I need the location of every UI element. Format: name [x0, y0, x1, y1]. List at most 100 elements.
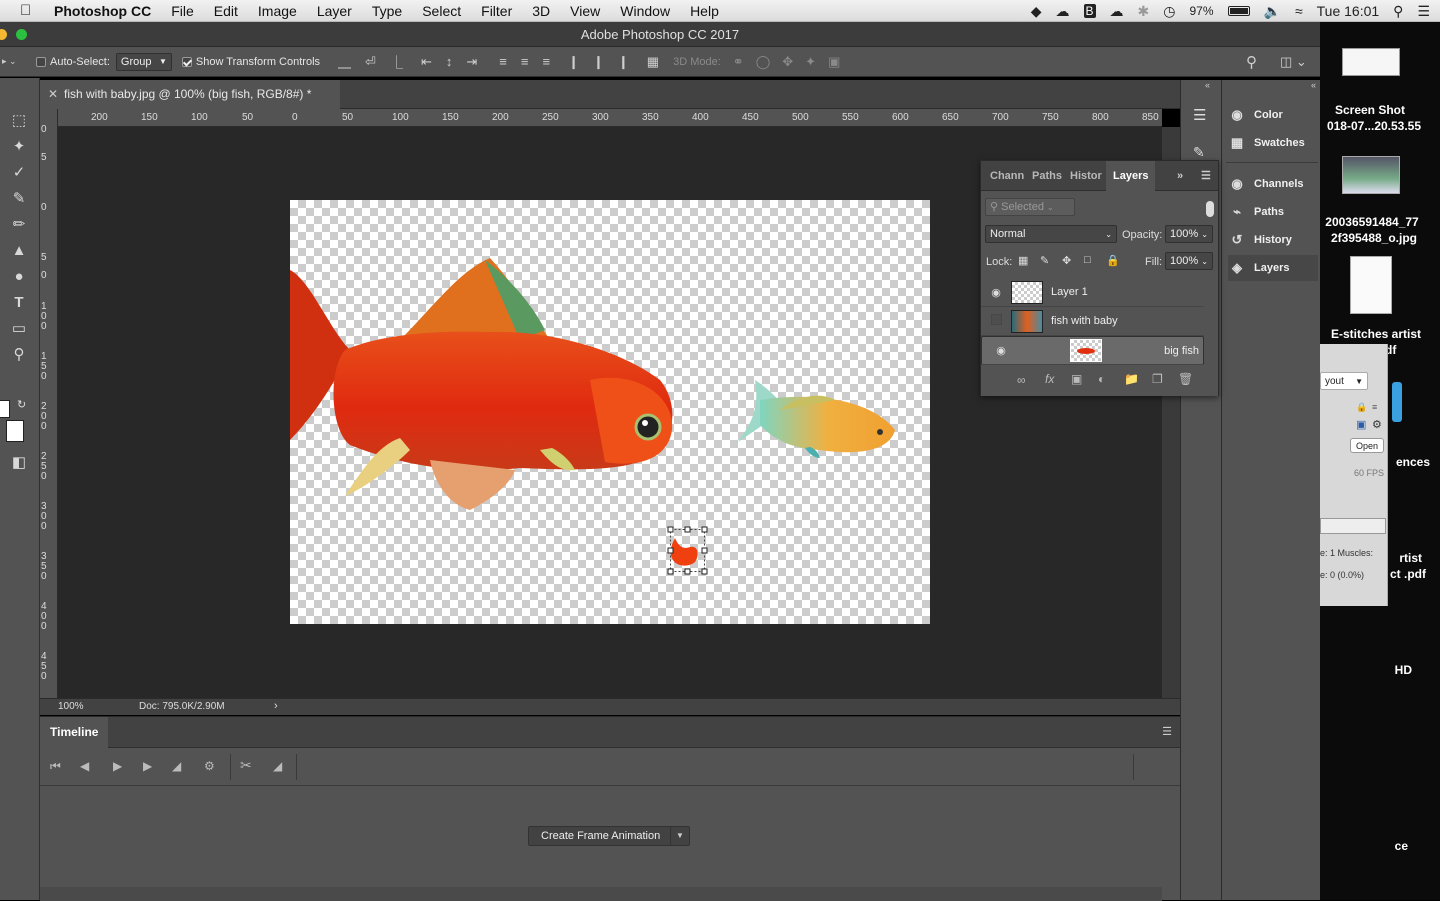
panel-history-button[interactable]: ↺ History — [1228, 227, 1318, 253]
screen-mode-icon[interactable]: ◧ — [8, 452, 30, 474]
lock-artboard-icon[interactable]: □ — [1084, 254, 1091, 266]
menu-filter[interactable]: Filter — [481, 3, 512, 19]
swap-colors-icon[interactable]: ↻ — [17, 398, 26, 411]
menu-help[interactable]: Help — [690, 3, 719, 19]
align-left-icon[interactable]: ⇤ — [421, 54, 432, 70]
adjustment-layer-icon[interactable]: ◐ — [1098, 372, 1105, 386]
notification-center-icon[interactable]: ☰ — [1417, 3, 1430, 20]
menu-window[interactable]: Window — [620, 3, 670, 19]
lock-position-icon[interactable]: ✥ — [1062, 254, 1071, 267]
background-color-swatch[interactable] — [6, 420, 24, 442]
panel-menu-icon[interactable]: ☰ — [1162, 725, 1172, 738]
foreground-color-swatch[interactable] — [0, 400, 10, 418]
create-frame-animation-button[interactable]: Create Frame Animation — [528, 826, 674, 846]
window-minimize-button[interactable] — [0, 29, 7, 40]
collapse-dock-icon[interactable]: « — [1311, 80, 1316, 90]
menu-layer[interactable]: Layer — [317, 3, 352, 19]
menu-view[interactable]: View — [570, 3, 600, 19]
panel-paths-button[interactable]: ⌁ Paths — [1228, 199, 1318, 225]
horizontal-ruler[interactable]: 200 150 100 50 0 50 100 150 200 250 300 … — [58, 109, 1162, 127]
tab-paths[interactable]: Paths — [1032, 161, 1062, 191]
panel-channels-button[interactable]: ◉ Channels — [1228, 171, 1318, 197]
desktop-text-fragment[interactable]: HD — [1350, 662, 1412, 678]
scale-3d-icon[interactable]: ▣ — [828, 54, 840, 70]
rectangle-tool-icon[interactable]: ▭ — [8, 318, 30, 340]
add-mask-icon[interactable]: ▣ — [1071, 372, 1082, 386]
desktop-text-fragment[interactable]: ences — [1350, 454, 1430, 470]
filter-toggle[interactable] — [1206, 201, 1214, 217]
file-label-line1[interactable]: 20036591484_77 — [1312, 214, 1432, 230]
next-frame-icon[interactable]: ▶ — [143, 759, 152, 773]
prev-frame-icon[interactable]: ◀ — [80, 759, 89, 773]
file-label-line2[interactable]: 2f395488_o.jpg — [1314, 230, 1434, 246]
panel-menu-icon[interactable]: ☰ — [1201, 161, 1211, 191]
lock-all-icon[interactable]: 🔒 — [1106, 254, 1120, 267]
type-tool-icon[interactable]: T — [8, 292, 30, 314]
split-scissors-icon[interactable]: ✂ — [240, 757, 252, 774]
desktop-text-fragment[interactable]: ce — [1350, 838, 1408, 854]
align-top-icon[interactable]: ⎽ — [338, 54, 351, 70]
visibility-eye-icon[interactable]: ◉ — [981, 286, 1011, 299]
file-label-line2[interactable]: 018-07...20.53.55 — [1314, 118, 1434, 134]
layer-style-fx-icon[interactable]: fx — [1045, 372, 1054, 386]
menu-file[interactable]: File — [171, 3, 194, 19]
menu-3d[interactable]: 3D — [532, 3, 550, 19]
document-canvas[interactable] — [290, 200, 930, 624]
auto-select-checkbox[interactable] — [36, 56, 50, 68]
file-thumbnail-pdf[interactable] — [1350, 256, 1392, 314]
distribute-top-icon[interactable]: ≡ — [499, 54, 507, 69]
menu-select[interactable]: Select — [422, 3, 461, 19]
panel-layers-button[interactable]: ◈ Layers — [1228, 255, 1318, 281]
marquee-tool-icon[interactable]: ⬚ — [8, 110, 30, 132]
visibility-hidden-box[interactable] — [981, 314, 1011, 328]
align-bottom-icon[interactable]: ⎿ — [390, 52, 403, 71]
distribute-vcenter-icon[interactable]: ≡ — [521, 54, 529, 69]
history-brush-tool-icon[interactable]: ✏ — [8, 214, 30, 236]
tool-preset-dropdown[interactable]: ▸ ⌄ — [2, 56, 26, 67]
evernote-icon[interactable]: B — [1083, 4, 1096, 18]
creative-cloud-icon[interactable]: ☁ — [1056, 3, 1070, 20]
lock-transparent-icon[interactable]: ▦ — [1018, 254, 1028, 267]
menu-type[interactable]: Type — [372, 3, 402, 19]
settings-gear-icon[interactable]: ⚙ — [204, 759, 215, 773]
align-right-icon[interactable]: ⇥ — [466, 54, 477, 70]
properties-panel-icon[interactable]: ☰ — [1193, 106, 1206, 124]
status-menu-arrow-icon[interactable]: › — [274, 700, 278, 712]
close-tab-icon[interactable]: ✕ — [48, 80, 58, 109]
audio-icon[interactable]: ◢ — [172, 759, 181, 773]
fill-field[interactable]: 100% ⌄ — [1165, 252, 1213, 270]
panel-color-button[interactable]: ◉ Color — [1228, 102, 1318, 128]
paint-bucket-tool-icon[interactable]: ▲ — [8, 240, 30, 262]
file-label-line1[interactable]: Screen Shot — [1310, 102, 1430, 118]
layer-filter-field[interactable]: ⚲ Selected ⌄ — [985, 198, 1075, 216]
zoom-level[interactable]: 100% — [58, 701, 84, 712]
visibility-eye-icon[interactable]: ◉ — [986, 344, 1016, 357]
menu-image[interactable]: Image — [258, 3, 297, 19]
volume-icon[interactable]: 🔈 — [1264, 3, 1281, 20]
window-zoom-button[interactable] — [16, 29, 27, 40]
file-thumbnail-screenshot[interactable] — [1342, 48, 1400, 76]
delete-layer-trash-icon[interactable]: 🗑 — [1178, 372, 1193, 386]
create-animation-dropdown[interactable]: ▼ — [670, 826, 690, 846]
distribute-hcenter-icon[interactable]: ❙ — [593, 54, 604, 70]
show-transform-checkbox[interactable] — [181, 56, 196, 68]
time-machine-icon[interactable]: ◷ — [1163, 3, 1175, 20]
new-layer-icon[interactable]: ❐ — [1152, 372, 1163, 386]
drag-3d-icon[interactable]: ✥ — [782, 54, 793, 70]
document-tab[interactable]: ✕ fish with baby.jpg @ 100% (big fish, R… — [40, 80, 340, 109]
desktop-text-fragment[interactable]: ct .pdf — [1350, 566, 1426, 582]
spotlight-icon[interactable]: ⚲ — [1393, 3, 1403, 20]
layer-name[interactable]: big fish — [1164, 345, 1199, 357]
file-label-line1[interactable]: E-stitches artist — [1316, 326, 1436, 342]
distribute-bottom-icon[interactable]: ≡ — [542, 54, 550, 69]
bluetooth-icon[interactable]: ✱ — [1138, 3, 1150, 20]
blue-scroll-handle[interactable] — [1392, 382, 1402, 422]
distribute-left-icon[interactable]: ❙ — [568, 54, 579, 70]
clock[interactable]: Tue 16:01 — [1317, 3, 1380, 19]
link-layers-icon[interactable]: ∞ — [1017, 373, 1026, 387]
tab-history[interactable]: Histor — [1070, 161, 1102, 191]
workspace-switcher-icon[interactable]: ◫ ⌄ — [1280, 54, 1307, 70]
doc-size[interactable]: Doc: 795.0K/2.90M — [139, 701, 225, 712]
apple-menu-icon[interactable]:  — [20, 2, 38, 19]
eyedropper-tool-icon[interactable]: ✓ — [8, 162, 30, 184]
